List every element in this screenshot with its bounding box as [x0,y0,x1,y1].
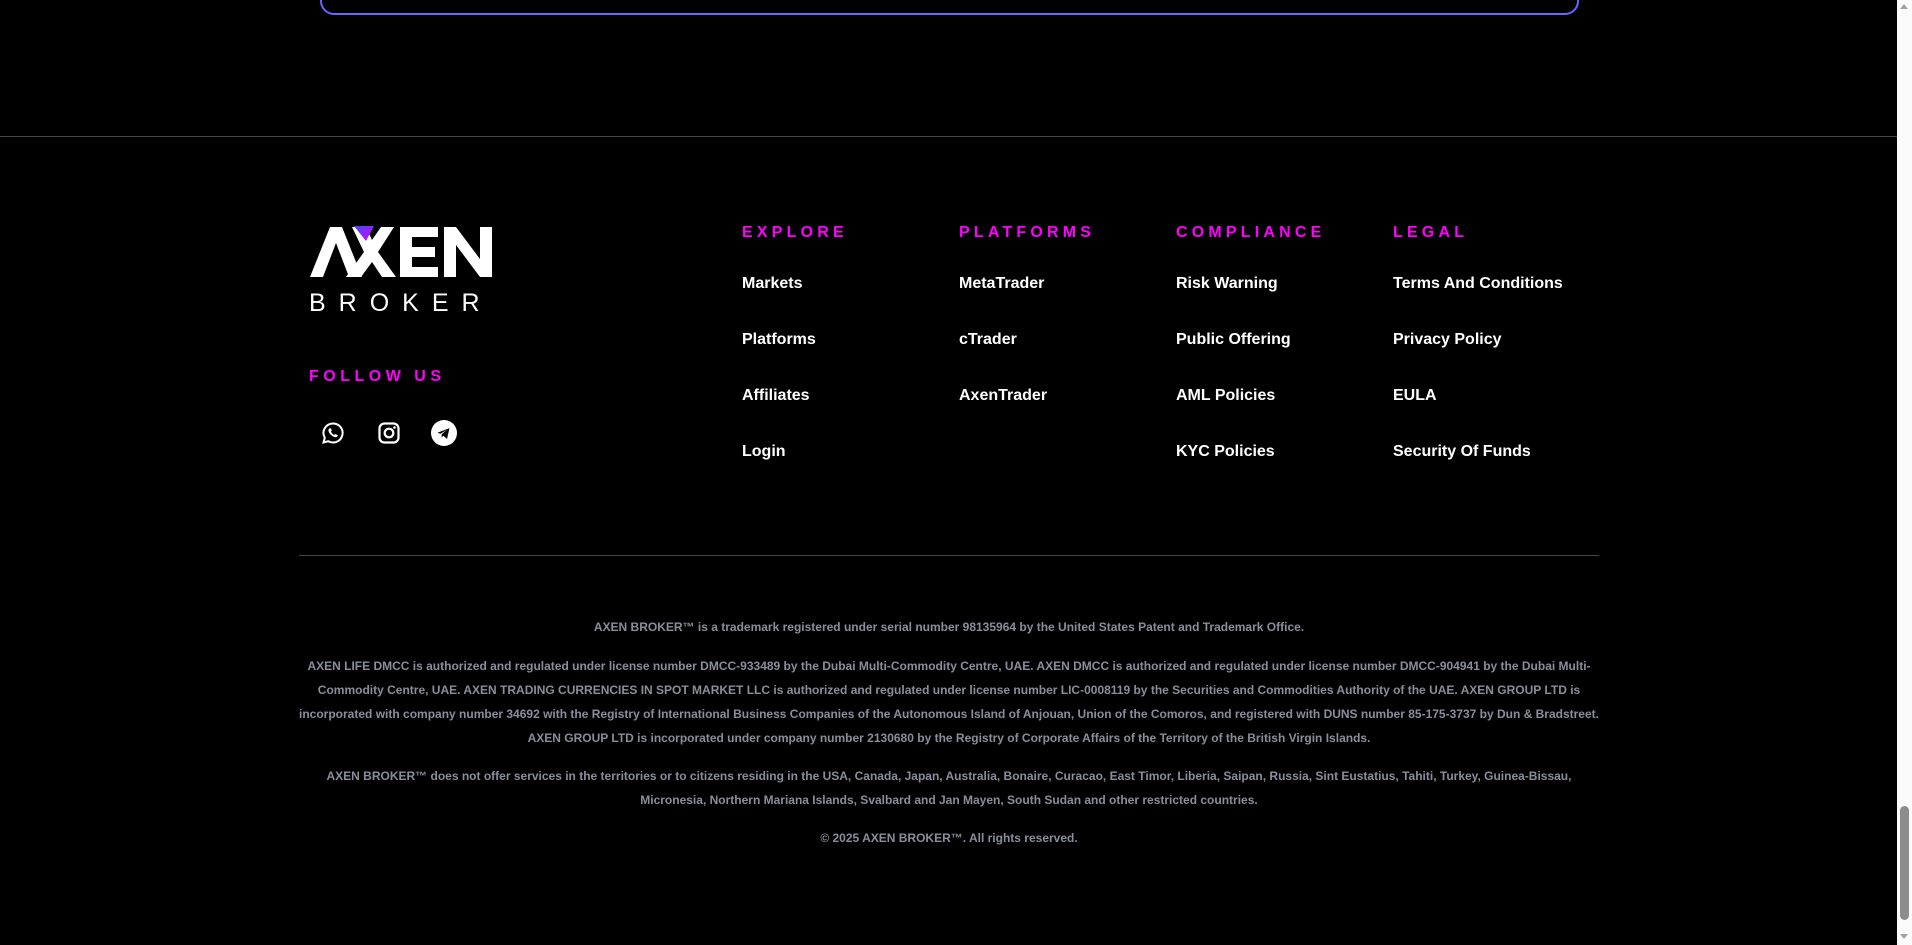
link-ctrader[interactable]: cTrader [959,331,1095,387]
footer-column-explore: EXPLORE Markets Platforms Affiliates Log… [742,224,848,499]
telegram-link[interactable] [430,419,458,447]
scrollbar-thumb[interactable] [1900,806,1909,920]
link-risk-warning[interactable]: Risk Warning [1176,275,1326,331]
link-aml-policies[interactable]: AML Policies [1176,387,1326,443]
regulation-notice: AXEN LIFE DMCC is authorized and regulat… [299,659,1599,745]
trademark-notice: AXEN BROKER™ is a trademark registered u… [593,620,1305,634]
footer-column-platforms: PLATFORMS MetaTrader cTrader AxenTrader [959,224,1095,443]
copyright: © 2025 AXEN BROKER™. All rights reserved… [820,831,1078,845]
link-public-offering[interactable]: Public Offering [1176,331,1326,387]
column-heading: LEGAL [1393,224,1469,241]
instagram-link[interactable] [375,419,403,447]
link-affiliates[interactable]: Affiliates [742,387,848,443]
axen-broker-logo[interactable]: BROKER [308,225,508,315]
logo-subtitle: BROKER [309,289,493,315]
link-platforms[interactable]: Platforms [742,331,848,387]
link-axentrader[interactable]: AxenTrader [959,387,1095,443]
footer-divider-bottom [299,555,1599,556]
whatsapp-link[interactable] [319,419,347,447]
link-metatrader[interactable]: MetaTrader [959,275,1095,331]
link-kyc-policies[interactable]: KYC Policies [1176,443,1326,499]
page-scrollbar[interactable] [1897,0,1912,945]
link-login[interactable]: Login [742,443,848,499]
scroll-up-arrow-icon[interactable] [1900,4,1908,9]
link-markets[interactable]: Markets [742,275,848,331]
link-terms[interactable]: Terms And Conditions [1393,275,1563,331]
column-heading: PLATFORMS [959,224,1096,241]
link-security-of-funds[interactable]: Security Of Funds [1393,443,1563,499]
follow-us-heading: FOLLOW US [309,368,446,385]
column-heading: COMPLIANCE [1176,224,1326,241]
restrictions-notice: AXEN BROKER™ does not offer services in … [326,769,1572,807]
footer-column-legal: LEGAL Terms And Conditions Privacy Polic… [1393,224,1563,499]
whatsapp-icon [322,422,344,444]
scroll-down-arrow-icon[interactable] [1900,934,1908,939]
link-eula[interactable]: EULA [1393,387,1563,443]
content-card-bottom-edge [320,0,1579,15]
footer-column-compliance: COMPLIANCE Risk Warning Public Offering … [1176,224,1326,499]
link-privacy-policy[interactable]: Privacy Policy [1393,331,1563,387]
column-heading: EXPLORE [742,224,848,241]
instagram-icon [378,422,400,444]
footer-divider-top [0,136,1897,137]
telegram-icon [431,420,457,446]
